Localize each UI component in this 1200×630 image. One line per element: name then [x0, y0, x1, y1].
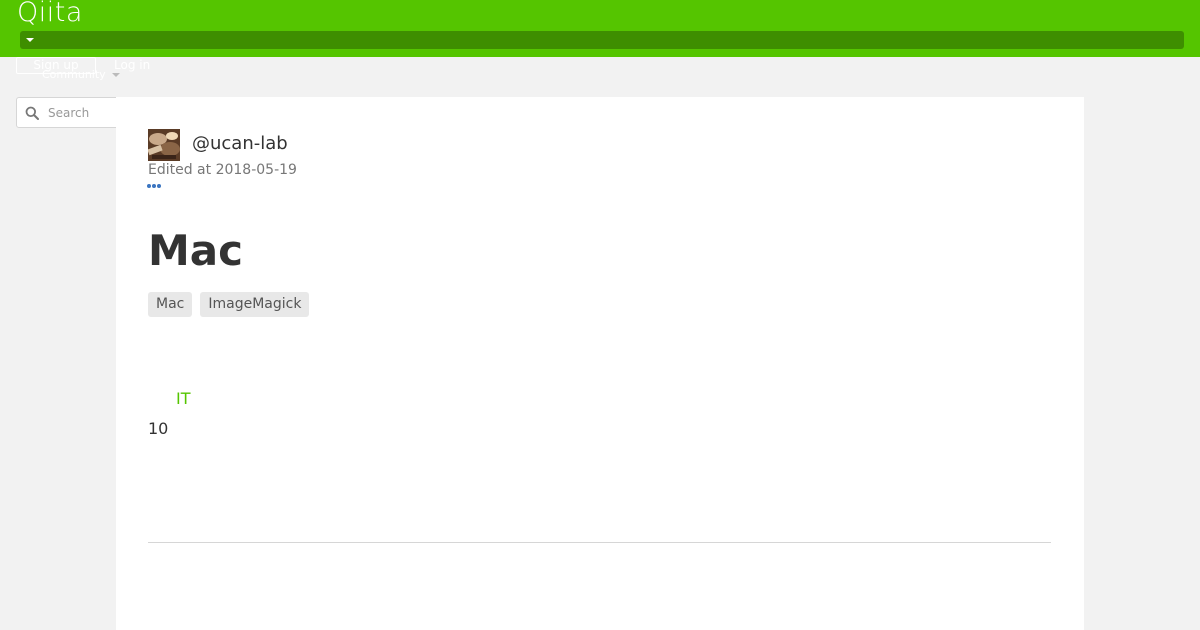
tag-list: Mac ImageMagick [148, 292, 317, 317]
site-header: Qiita [0, 0, 1200, 57]
nav-bar[interactable] [20, 31, 1184, 49]
tag-mac[interactable]: Mac [148, 292, 193, 317]
edited-date: Edited at 2018-05-19 [148, 162, 297, 178]
article-title: Mac [148, 226, 244, 275]
caret-down-icon[interactable] [26, 38, 34, 42]
tag-imagemagick[interactable]: ImageMagick [200, 292, 310, 317]
community-menu[interactable]: Community [42, 68, 120, 82]
login-link[interactable]: Log in [114, 57, 174, 74]
search-icon [25, 106, 39, 120]
ellipsis-icon[interactable] [147, 180, 163, 190]
it-link[interactable]: IT [176, 389, 191, 409]
community-label: Community [42, 68, 106, 81]
caret-down-icon [111, 73, 120, 77]
article-card: @ucan-lab Edited at 2018-05-19 Mac Mac Im… [116, 97, 1084, 630]
body-text: 10 [148, 419, 169, 438]
author-name[interactable]: @ucan-lab [192, 132, 288, 156]
avatar[interactable] [148, 129, 180, 161]
divider [148, 542, 1051, 543]
qiita-logo[interactable]: Qiita [17, 0, 83, 30]
